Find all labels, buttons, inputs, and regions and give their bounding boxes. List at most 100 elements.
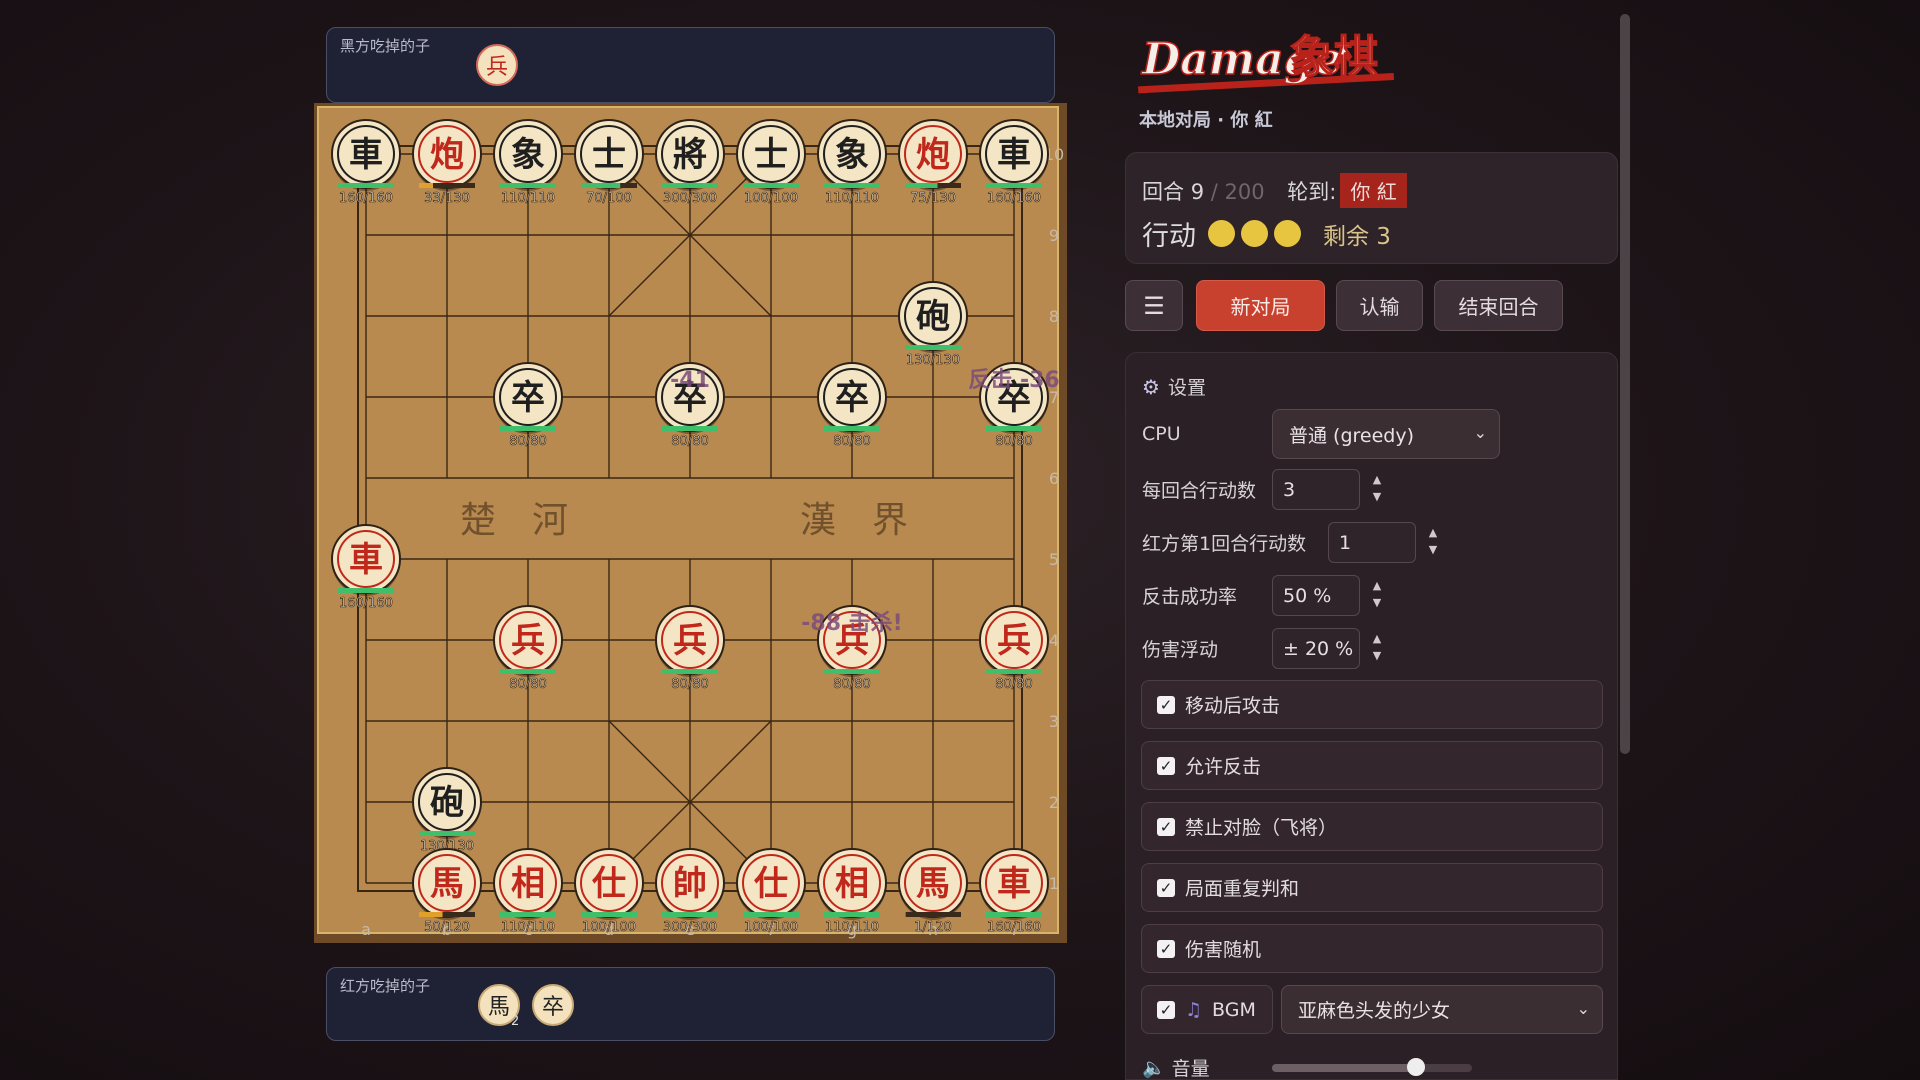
new-game-button[interactable]: 新对局 xyxy=(1196,280,1325,331)
actions-per-turn-input[interactable]: 3 xyxy=(1272,469,1360,510)
end-turn-button[interactable]: 结束回合 xyxy=(1434,280,1563,331)
hp-bar-fill xyxy=(419,831,475,836)
no-flying-general-toggle[interactable]: ✓ 禁止对脸（飞将） xyxy=(1141,802,1603,851)
volume-slider-handle[interactable] xyxy=(1407,1058,1425,1076)
piece-char: 卒 xyxy=(835,378,869,418)
rank-label: 9 xyxy=(1049,226,1059,245)
round-label: 回合 xyxy=(1142,180,1184,204)
actions-per-turn-label: 每回合行动数 xyxy=(1142,480,1257,502)
cpu-select[interactable]: 普通 (greedy) ⌄ xyxy=(1272,409,1500,459)
gear-icon: ⚙ xyxy=(1142,374,1160,399)
bgm-label: BGM xyxy=(1212,998,1256,1021)
hp-bar-fill xyxy=(905,183,938,188)
piece-char: 相 xyxy=(511,864,545,904)
hp-text: 80/80 xyxy=(509,677,546,692)
actions-per-turn-stepper[interactable]: ▲ ▼ xyxy=(1369,471,1385,505)
checkbox-checked-icon[interactable]: ✓ xyxy=(1157,878,1175,897)
action-label: 行动 xyxy=(1142,221,1196,252)
hp-text: 110/110 xyxy=(825,191,879,206)
damage-variance-label: 伤害浮动 xyxy=(1142,639,1219,661)
piece-char: 砲 xyxy=(916,297,950,337)
damage-variance-stepper[interactable]: ▲ ▼ xyxy=(1369,630,1385,664)
captured-by-red-label: 红方吃掉的子 xyxy=(340,977,431,995)
hp-text: 100/100 xyxy=(744,191,798,206)
checkbox-checked-icon[interactable]: ✓ xyxy=(1157,817,1175,836)
hp-bar-fill xyxy=(662,183,718,188)
volume-slider[interactable] xyxy=(1272,1058,1472,1076)
hp-bar-fill xyxy=(905,345,961,350)
checkbox-checked-icon[interactable]: ✓ xyxy=(1157,695,1175,714)
chess-board[interactable]: 楚 河漢 界a b c d e f g h i10987654321車160/160炮33/13… xyxy=(314,103,1067,943)
hp-bar-fill xyxy=(500,426,556,431)
bgm-toggle[interactable]: ✓ ♫ BGM xyxy=(1141,985,1273,1034)
counter-rate-stepper[interactable]: ▲ ▼ xyxy=(1369,577,1385,611)
hp-text: 80/80 xyxy=(833,677,870,692)
hp-text: 160/160 xyxy=(339,191,393,206)
captured-piece: 兵 xyxy=(476,44,518,86)
rank-label: 2 xyxy=(1049,793,1059,812)
rank-label: 6 xyxy=(1049,469,1059,488)
scrollbar-track[interactable] xyxy=(1620,14,1630,754)
hp-text: 50/120 xyxy=(424,920,470,935)
scrollbar-thumb[interactable] xyxy=(1620,14,1630,754)
damage-floater: -88 击杀! xyxy=(801,610,902,636)
chevron-down-icon: ⌄ xyxy=(1576,999,1590,1018)
piece-char: 相 xyxy=(835,864,869,904)
hp-bar-fill xyxy=(338,588,394,593)
hp-text: 70/100 xyxy=(586,191,632,206)
toggle-label: 移动后攻击 xyxy=(1185,695,1281,717)
toggle-label: 局面重复判和 xyxy=(1185,878,1300,900)
piece-char: 炮 xyxy=(430,135,464,175)
piece-char: 仕 xyxy=(592,864,626,904)
resign-button[interactable]: 认输 xyxy=(1336,280,1423,331)
random-damage-toggle[interactable]: ✓ 伤害随机 xyxy=(1141,924,1603,973)
rank-label: 3 xyxy=(1049,712,1059,731)
piece-char: 車 xyxy=(349,540,383,580)
checkbox-checked-icon[interactable]: ✓ xyxy=(1157,939,1175,958)
hp-text: 33/130 xyxy=(424,191,470,206)
hp-text: 160/160 xyxy=(987,920,1041,935)
hp-text: 300/300 xyxy=(663,191,717,206)
piece-char: 兵 xyxy=(511,621,545,661)
piece-char: 車 xyxy=(997,864,1031,904)
rank-label: 5 xyxy=(1049,550,1059,569)
actions-remaining: 剩余 3 xyxy=(1323,223,1391,250)
piece-char: 兵 xyxy=(673,621,707,661)
menu-button[interactable]: ☰ xyxy=(1125,280,1183,331)
counter-rate-input[interactable]: 50 % xyxy=(1272,575,1360,616)
piece-char: 士 xyxy=(754,135,788,175)
hp-bar-fill xyxy=(500,669,556,674)
hp-bar-fill xyxy=(905,912,906,917)
red-first-actions-stepper[interactable]: ▲ ▼ xyxy=(1425,524,1441,558)
hp-text: 80/80 xyxy=(995,677,1032,692)
settings-title: 设置 xyxy=(1167,377,1206,399)
hp-bar-fill xyxy=(986,669,1042,674)
action-points xyxy=(1202,220,1301,247)
damage-floater: -41 xyxy=(670,368,710,393)
damage-variance-input[interactable]: ± 20 % xyxy=(1272,628,1360,669)
hp-bar-fill xyxy=(419,183,433,188)
volume-slider-fill xyxy=(1272,1064,1416,1072)
hp-text: 110/110 xyxy=(501,191,555,206)
red-first-actions-input[interactable]: 1 xyxy=(1328,522,1416,563)
captured-by-black-panel: 黑方吃掉的子 兵 xyxy=(326,27,1055,103)
file-label: a xyxy=(361,920,371,939)
bgm-select[interactable]: 亚麻色头发的少女 ⌄ xyxy=(1281,985,1603,1034)
hp-bar-fill xyxy=(662,669,718,674)
captured-by-black-label: 黑方吃掉的子 xyxy=(340,37,431,55)
river-text-right: 漢 界 xyxy=(800,500,908,541)
action-point-dot xyxy=(1241,220,1268,247)
hp-bar-fill xyxy=(419,912,443,917)
hp-bar-fill xyxy=(824,426,880,431)
hp-text: 110/110 xyxy=(825,920,879,935)
hp-text: 100/100 xyxy=(744,920,798,935)
toggle-label: 允许反击 xyxy=(1185,756,1262,778)
repetition-draw-toggle[interactable]: ✓ 局面重复判和 xyxy=(1141,863,1603,912)
move-then-attack-toggle[interactable]: ✓ 移动后攻击 xyxy=(1141,680,1603,729)
checkbox-checked-icon[interactable]: ✓ xyxy=(1157,1000,1175,1019)
allow-counter-toggle[interactable]: ✓ 允许反击 xyxy=(1141,741,1603,790)
music-note-icon: ♫ xyxy=(1185,998,1203,1021)
checkbox-checked-icon[interactable]: ✓ xyxy=(1157,756,1175,775)
speaker-icon: 🔈 xyxy=(1142,1057,1166,1079)
hp-bar-fill xyxy=(824,912,880,917)
